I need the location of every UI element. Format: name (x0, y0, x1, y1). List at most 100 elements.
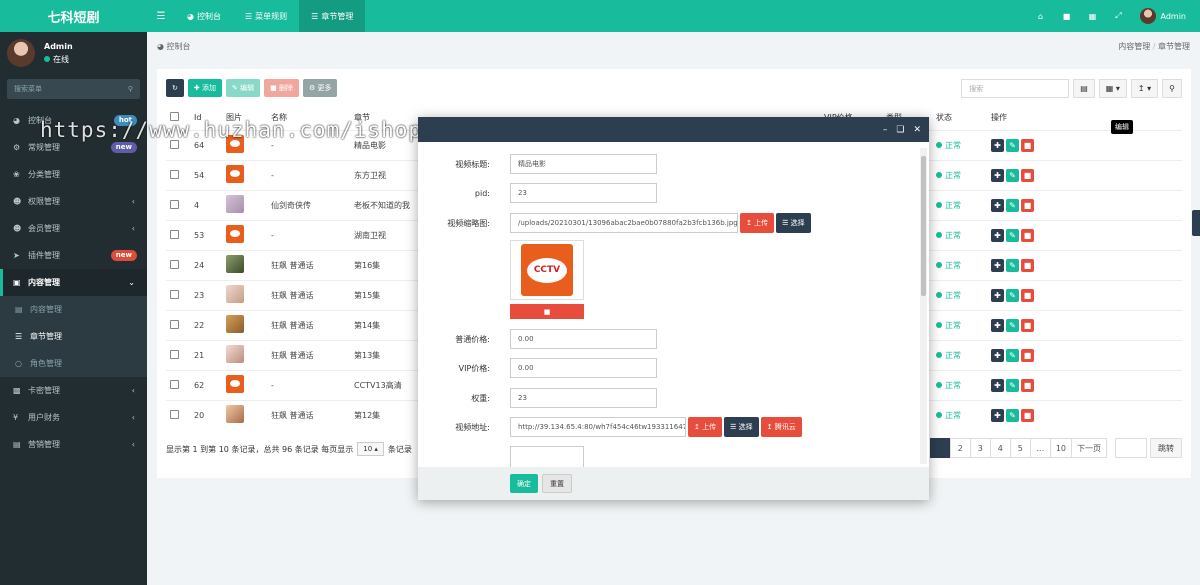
sidebar-item-content[interactable]: ▣ 内容管理 ⌄ (0, 269, 147, 296)
delete-trash-icon[interactable]: ■ (1021, 318, 1034, 332)
search-button[interactable]: ⚲ (1162, 79, 1182, 98)
thumb-delete-button[interactable]: ■ (510, 304, 584, 319)
page-10[interactable]: 10 (1049, 438, 1072, 458)
delete-trash-icon[interactable]: ■ (1021, 198, 1034, 212)
table-search-input[interactable]: 搜索 (961, 79, 1070, 98)
url-choose-button[interactable]: ☰ 选择 (724, 417, 759, 437)
edit-pencil-icon[interactable]: ✎ (1006, 348, 1019, 362)
url-upload-button[interactable]: ↥ 上传 (688, 417, 723, 437)
refresh-button[interactable]: ↻ (166, 79, 184, 97)
sidebar-item-member[interactable]: ☻ 会员管理 ‹ (0, 215, 147, 242)
row-select-cell[interactable] (166, 369, 190, 400)
sidebar-item-auth[interactable]: ☻ 权限管理 ‹ (0, 188, 147, 215)
row-select-cell[interactable] (166, 189, 190, 220)
export-button[interactable]: ↥ ▾ (1130, 79, 1159, 98)
delete-button[interactable]: ■ 删除 (264, 79, 299, 97)
row-thumbnail[interactable] (226, 315, 244, 333)
drag-move-icon[interactable]: ✚ (991, 378, 1004, 392)
row-checkbox[interactable] (170, 199, 179, 209)
edit-button[interactable]: ✎ 编辑 (225, 79, 261, 97)
row-thumbnail[interactable] (226, 195, 244, 213)
tab-chapter-manage[interactable]: ☰ 章节管理 (299, 0, 366, 32)
confirm-button[interactable]: 确定 (510, 474, 538, 493)
sidebar-subitem-chapter[interactable]: ☰ 章节管理 (0, 323, 147, 350)
row-checkbox[interactable] (170, 259, 179, 269)
fullscreen-icon[interactable]: ⤢ (1106, 11, 1132, 21)
language-icon[interactable]: ▦ (1080, 12, 1106, 21)
row-checkbox[interactable] (170, 379, 179, 389)
row-checkbox[interactable] (170, 229, 179, 239)
more-button[interactable]: ⚙ 更多 (302, 79, 338, 97)
menu-toggle-icon[interactable]: ☰ (147, 0, 175, 32)
drag-move-icon[interactable]: ✚ (991, 168, 1004, 182)
edit-pencil-icon[interactable]: ✎ (1006, 198, 1019, 212)
drag-move-icon[interactable]: ✚ (991, 318, 1004, 332)
columns-button[interactable]: ▦ ▾ (1098, 79, 1127, 98)
delete-trash-icon[interactable]: ■ (1021, 348, 1034, 362)
scrollbar-thumb[interactable] (921, 156, 926, 296)
admin-menu[interactable]: Admin (1132, 8, 1200, 24)
drag-move-icon[interactable]: ✚ (991, 348, 1004, 362)
app-logo[interactable]: 七科短剧 (0, 0, 147, 32)
right-side-handle[interactable] (1192, 210, 1200, 236)
trash-icon[interactable]: ■ (1054, 12, 1080, 21)
thumb-upload-button[interactable]: ↥ 上传 (740, 213, 775, 233)
delete-trash-icon[interactable]: ■ (1021, 258, 1034, 272)
page-4[interactable]: 4 (989, 438, 1011, 458)
drag-move-icon[interactable]: ✚ (991, 198, 1004, 212)
delete-trash-icon[interactable]: ■ (1021, 138, 1034, 152)
reset-button[interactable]: 重置 (542, 474, 572, 493)
drag-move-icon[interactable]: ✚ (991, 288, 1004, 302)
maximize-icon[interactable]: ❏ (896, 125, 904, 135)
row-thumbnail[interactable] (226, 375, 244, 393)
row-checkbox[interactable] (170, 409, 179, 419)
row-thumbnail[interactable] (226, 225, 244, 243)
page-jump-input[interactable] (1115, 438, 1147, 458)
row-thumbnail[interactable] (226, 285, 244, 303)
tencent-upload-button[interactable]: ↥ 腾讯云 (760, 417, 802, 437)
sidebar-item-card[interactable]: ▩ 卡密管理 ‹ (0, 377, 147, 404)
extra-input[interactable] (510, 446, 584, 467)
edit-pencil-icon[interactable]: ✎ (1006, 168, 1019, 182)
col-status[interactable]: 状态 (932, 106, 987, 131)
next-page-button[interactable]: 下一页 (1071, 438, 1107, 458)
tab-menu-rules[interactable]: ☰ 菜单规则 (233, 0, 299, 32)
row-checkbox[interactable] (170, 169, 179, 179)
url-input[interactable]: http://39.134.65.4:80/wh7f454c46tw193311… (510, 417, 686, 437)
page-current[interactable] (929, 438, 951, 458)
row-select-cell[interactable] (166, 249, 190, 280)
pid-input[interactable]: 23 (510, 183, 657, 203)
sidebar-item-plugin[interactable]: ➤ 插件管理 new (0, 242, 147, 269)
sidebar-item-finance[interactable]: ¥ 用户财务 ‹ (0, 404, 147, 431)
thumb-input[interactable]: /uploads/20210301/13096abac2bae0b07880fa… (510, 213, 738, 233)
delete-trash-icon[interactable]: ■ (1021, 168, 1034, 182)
row-select-cell[interactable] (166, 219, 190, 250)
page-size-select[interactable]: 10 ▴ (357, 442, 384, 456)
delete-trash-icon[interactable]: ■ (1021, 378, 1034, 392)
sidebar-subitem-role[interactable]: ○ 角色管理 (0, 350, 147, 377)
row-select-cell[interactable] (166, 159, 190, 190)
edit-pencil-icon[interactable]: ✎ (1006, 408, 1019, 422)
close-icon[interactable]: ✕ (913, 125, 921, 135)
delete-trash-icon[interactable]: ■ (1021, 228, 1034, 242)
drag-move-icon[interactable]: ✚ (991, 258, 1004, 272)
row-select-cell[interactable] (166, 339, 190, 370)
minimize-icon[interactable]: – (883, 125, 888, 135)
row-checkbox[interactable] (170, 289, 179, 299)
row-select-cell[interactable] (166, 309, 190, 340)
drag-move-icon[interactable]: ✚ (991, 408, 1004, 422)
page-5[interactable]: 5 (1009, 438, 1031, 458)
thumb-choose-button[interactable]: ☰ 选择 (776, 213, 811, 233)
row-thumbnail[interactable] (226, 405, 244, 424)
vip-input[interactable]: 0.00 (510, 358, 657, 378)
drag-move-icon[interactable]: ✚ (991, 228, 1004, 242)
tab-dashboard[interactable]: ◕ 控制台 (175, 0, 233, 32)
row-checkbox[interactable] (170, 319, 179, 329)
delete-trash-icon[interactable]: ■ (1021, 408, 1034, 422)
page-jump-button[interactable]: 跳转 (1150, 438, 1182, 458)
row-select-cell[interactable] (166, 399, 190, 430)
row-thumbnail[interactable] (226, 255, 244, 273)
delete-trash-icon[interactable]: ■ (1021, 288, 1034, 302)
home-icon[interactable]: ⌂ (1028, 12, 1054, 21)
modal-scrollbar[interactable] (920, 148, 927, 464)
